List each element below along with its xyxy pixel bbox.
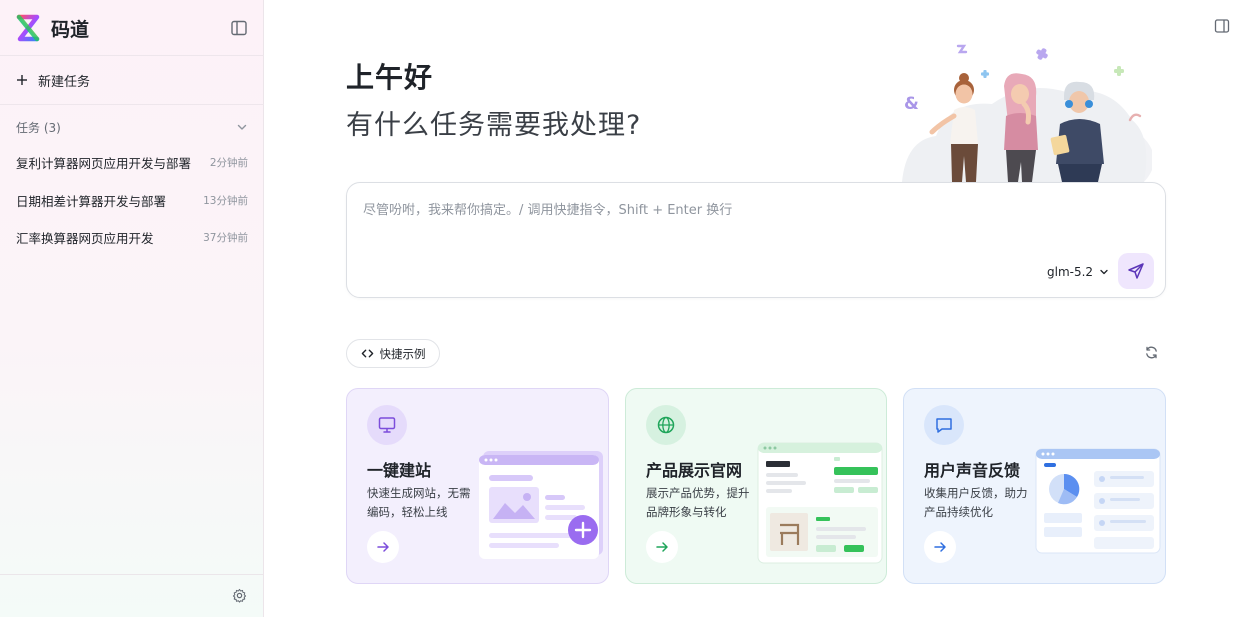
product-site-preview-image xyxy=(757,442,883,564)
arrow-right-icon xyxy=(934,542,946,552)
card-title: 一键建站 xyxy=(367,461,432,480)
card-title: 产品展示官网 xyxy=(646,461,743,480)
card-icon-wrap xyxy=(367,405,407,445)
chat-input[interactable] xyxy=(363,199,1143,259)
model-selector[interactable]: glm-5.2 xyxy=(1047,263,1109,281)
quick-examples-button[interactable]: 快捷示例 xyxy=(346,339,440,368)
tasks-header: 任务 (3) xyxy=(16,120,61,135)
card-description: 收集用户反馈，助力产品持续优化 xyxy=(924,486,1028,519)
monitor-icon xyxy=(378,417,396,433)
greeting-heading: 上午好 xyxy=(346,61,434,94)
app-logo-icon xyxy=(16,14,40,42)
team-illustration: & xyxy=(902,44,1152,182)
card-title: 用户声音反馈 xyxy=(924,461,1021,480)
app-name: 码道 xyxy=(51,18,90,41)
plus-icon xyxy=(17,75,27,85)
quick-examples-label: 快捷示例 xyxy=(379,346,426,361)
refresh-icon[interactable] xyxy=(1144,345,1159,360)
card-arrow-button[interactable] xyxy=(367,531,399,563)
task-time: 2分钟前 xyxy=(209,156,248,169)
task-item[interactable]: 复利计算器网页应用开发与部署 2分钟前 xyxy=(16,150,248,174)
chevron-down-icon xyxy=(237,124,247,130)
card-arrow-button[interactable] xyxy=(646,531,678,563)
task-title: 复利计算器网页应用开发与部署 xyxy=(16,155,192,171)
task-item[interactable]: 汇率换算器网页应用开发 37分钟前 xyxy=(16,225,248,249)
example-card-website-builder[interactable]: 一键建站 快速生成网站，无需编码，轻松上线 xyxy=(346,388,609,584)
new-task-button[interactable]: 新建任务 xyxy=(16,68,90,92)
task-title: 日期相差计算器开发与部署 xyxy=(16,193,167,209)
right-panel-toggle-icon[interactable] xyxy=(1214,18,1230,34)
brand[interactable]: 码道 xyxy=(14,13,89,43)
gear-icon[interactable] xyxy=(232,588,247,603)
arrow-right-icon xyxy=(377,542,389,552)
page-subtitle: 有什么任务需要我处理? xyxy=(346,110,642,141)
user-feedback-preview-image xyxy=(1035,448,1161,554)
example-card-product-site[interactable]: 产品展示官网 展示产品优势，提升品牌形象与转化 xyxy=(625,388,887,584)
card-arrow-button[interactable] xyxy=(924,531,956,563)
card-description: 快速生成网站，无需编码，轻松上线 xyxy=(367,486,471,519)
svg-text:&: & xyxy=(904,94,919,114)
website-builder-preview-image xyxy=(479,451,603,559)
card-icon-wrap xyxy=(924,405,964,445)
model-name: glm-5.2 xyxy=(1047,265,1094,279)
card-icon-wrap xyxy=(646,405,686,445)
tasks-section-toggle[interactable]: 任务 (3) xyxy=(16,117,248,137)
divider xyxy=(0,55,264,56)
chevron-down-icon xyxy=(1100,269,1108,275)
send-icon xyxy=(1128,263,1144,279)
globe-icon xyxy=(657,416,675,434)
arrow-right-icon xyxy=(656,542,668,552)
card-description: 展示产品优势，提升品牌形象与转化 xyxy=(646,486,750,519)
chat-icon xyxy=(936,418,952,433)
divider xyxy=(0,104,264,105)
task-time: 13分钟前 xyxy=(203,194,248,207)
task-time: 37分钟前 xyxy=(203,231,248,244)
task-title: 汇率换算器网页应用开发 xyxy=(16,230,154,246)
divider xyxy=(0,574,264,575)
send-button[interactable] xyxy=(1118,253,1154,289)
chat-input-box: glm-5.2 xyxy=(346,182,1166,298)
sidebar: 码道 新建任务 任务 (3) 复利计算器网页应用开发与部署 2分钟前 日期相差计… xyxy=(0,0,264,617)
task-item[interactable]: 日期相差计算器开发与部署 13分钟前 xyxy=(16,188,248,212)
example-card-user-feedback[interactable]: 用户声音反馈 收集用户反馈，助力产品持续优化 xyxy=(903,388,1166,584)
sidebar-collapse-icon[interactable] xyxy=(230,19,248,37)
code-icon xyxy=(361,349,373,358)
new-task-label: 新建任务 xyxy=(38,74,91,90)
